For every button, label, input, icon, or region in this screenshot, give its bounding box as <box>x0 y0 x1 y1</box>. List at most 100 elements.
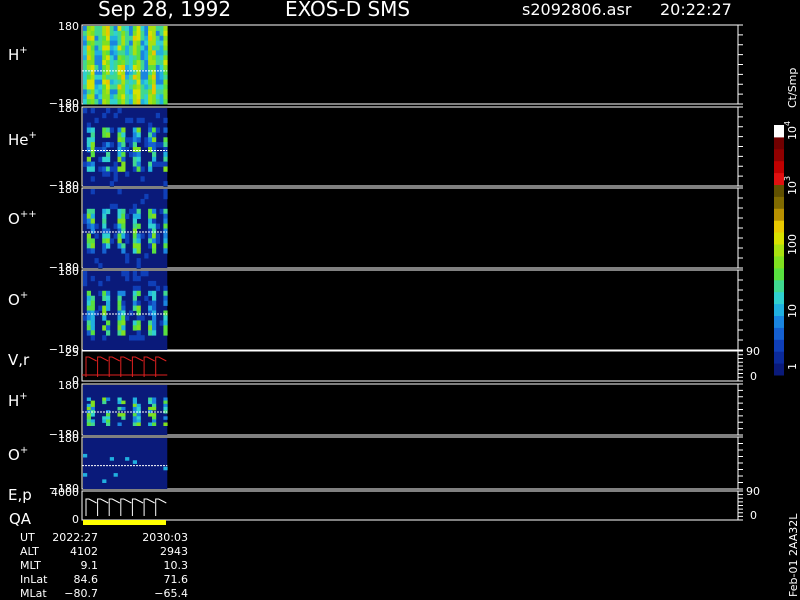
colorbar-segment <box>774 232 784 245</box>
heatmap-cell <box>106 171 111 177</box>
heatmap-cell <box>98 84 103 90</box>
heatmap-cell <box>159 26 164 32</box>
heatmap-cell <box>86 422 91 426</box>
heatmap-cell <box>106 99 111 105</box>
heatmap-cell <box>121 290 126 297</box>
heatmap-cell <box>152 400 157 405</box>
heatmap-cell <box>121 30 126 37</box>
heatmap-cell <box>113 473 118 477</box>
colorbar-tick-exponent: 4 <box>783 121 792 126</box>
heatmap-cell <box>109 60 114 66</box>
heatmap-cell <box>106 413 111 417</box>
heatmap-cell <box>102 218 107 224</box>
colorbar-tick-label: 10 <box>786 304 799 318</box>
heatmap-cell <box>98 99 103 105</box>
heatmap-cell <box>140 40 145 46</box>
heatmap-cell <box>148 94 153 100</box>
heatmap-cell <box>152 127 157 133</box>
heatmap-cell <box>106 228 111 234</box>
heatmap-cell <box>152 26 157 32</box>
heatmap-cell <box>90 151 95 158</box>
heatmap-cell <box>98 74 103 81</box>
heatmap-cell <box>90 305 95 311</box>
right-tick-label-top: 90 <box>746 485 760 498</box>
heatmap-cell <box>113 79 118 85</box>
heatmap-cell <box>152 94 157 100</box>
heatmap-cell <box>129 65 134 71</box>
heatmap-cell <box>90 413 95 417</box>
panel-label: V,r <box>8 351 30 369</box>
heatmap-cell <box>86 50 91 56</box>
colorbar-segment <box>774 196 784 209</box>
heatmap-cell <box>94 26 99 32</box>
ephemeris-start: −80.7 <box>64 587 98 600</box>
heatmap-cell <box>136 238 141 244</box>
heatmap-cell <box>94 79 99 85</box>
heatmap-cell <box>113 171 118 177</box>
right-axis-ticks <box>738 383 743 436</box>
heatmap-cell <box>90 419 95 423</box>
heatmap-cell <box>136 99 141 105</box>
heatmap-cell <box>148 99 153 105</box>
heatmap-cell <box>86 30 91 37</box>
heatmap-cell <box>140 79 145 85</box>
heatmap-cell <box>86 330 91 336</box>
heatmap-cell <box>117 137 122 143</box>
heatmap-cell <box>117 74 122 81</box>
panel-label-superscript: + <box>20 290 28 301</box>
heatmap-cell <box>132 320 137 326</box>
heatmap-cell <box>106 166 111 172</box>
heatmap-cell <box>86 403 91 408</box>
heatmap-cell <box>109 79 114 85</box>
heatmap-cell <box>86 310 91 316</box>
heatmap-cell <box>136 416 141 420</box>
heatmap-cell <box>132 295 137 301</box>
heatmap-cell <box>152 280 157 287</box>
heatmap-cell <box>106 325 111 331</box>
heatmap-cell <box>148 397 153 401</box>
heatmap-cell <box>136 290 141 297</box>
heatmap-cell <box>148 55 153 61</box>
heatmap-cell <box>102 99 107 105</box>
ytick-top: 180 <box>58 379 79 392</box>
heatmap-cell <box>159 320 164 326</box>
heatmap-cell <box>132 223 137 229</box>
heatmap-cell <box>83 50 88 56</box>
heatmap-cell <box>90 275 95 282</box>
heatmap-cell <box>163 218 168 224</box>
heatmap-cell <box>117 30 122 37</box>
heatmap-cell <box>106 84 111 90</box>
heatmap-cell <box>132 228 137 234</box>
heatmap-cell <box>136 310 141 316</box>
heatmap-cell <box>90 218 95 224</box>
right-tick-label-bottom: 0 <box>750 370 757 383</box>
heatmap-cell <box>98 60 103 66</box>
heatmap-cell <box>106 30 111 37</box>
heatmap-cell <box>94 147 99 153</box>
heatmap-cell <box>152 65 157 71</box>
heatmap-cell <box>163 189 168 195</box>
heatmap-cell <box>125 84 130 90</box>
heatmap-cell <box>90 310 95 316</box>
heatmap-cell <box>144 89 149 95</box>
heatmap-cell <box>90 65 95 71</box>
heatmap-cell <box>102 325 107 331</box>
heatmap-cell <box>155 79 160 85</box>
heatmap-cell <box>113 35 118 42</box>
heatmap-cell <box>106 275 111 282</box>
heatmap-cell <box>132 413 137 417</box>
heatmap-cell <box>136 151 141 158</box>
heatmap-cell <box>125 258 130 264</box>
heatmap-cell <box>121 325 126 331</box>
ytick-top: 180 <box>58 432 79 445</box>
heatmap-cell <box>125 30 130 37</box>
heatmap-cell <box>159 84 164 90</box>
heatmap-cell <box>117 127 122 133</box>
heatmap-cell <box>86 223 91 229</box>
heatmap-cell <box>117 60 122 66</box>
heatmap-cell <box>106 305 111 311</box>
heatmap-cell <box>155 99 160 105</box>
heatmap-cell <box>163 243 168 249</box>
heatmap-cell <box>148 400 153 405</box>
heatmap-cell <box>102 55 107 61</box>
